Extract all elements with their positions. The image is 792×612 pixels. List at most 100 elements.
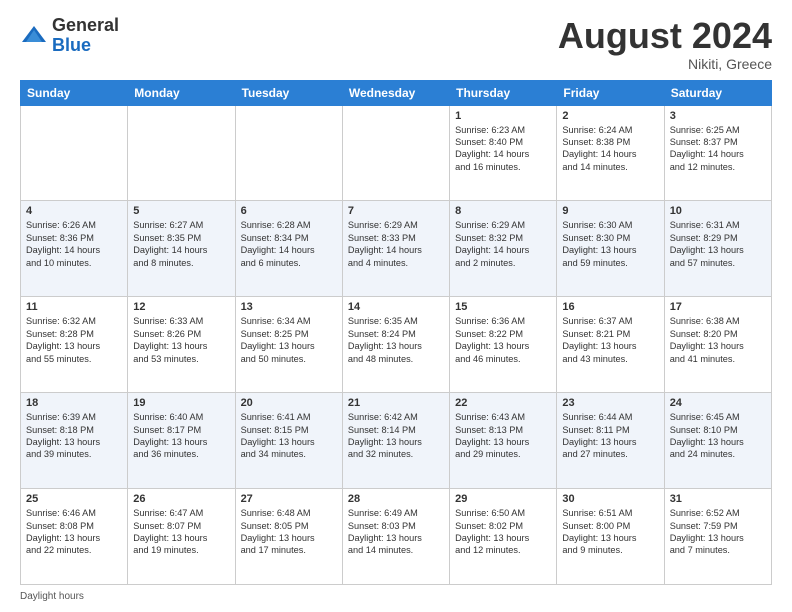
day-info: Sunrise: 6:33 AM Sunset: 8:26 PM Dayligh…: [133, 315, 229, 365]
day-info: Sunrise: 6:30 AM Sunset: 8:30 PM Dayligh…: [562, 219, 658, 269]
day-info: Sunrise: 6:32 AM Sunset: 8:28 PM Dayligh…: [26, 315, 122, 365]
title-block: August 2024 Nikiti, Greece: [558, 16, 772, 72]
day-cell: [128, 105, 235, 201]
day-info: Sunrise: 6:51 AM Sunset: 8:00 PM Dayligh…: [562, 507, 658, 557]
day-number: 11: [26, 301, 122, 313]
day-info: Sunrise: 6:49 AM Sunset: 8:03 PM Dayligh…: [348, 507, 444, 557]
day-cell: 6 Sunrise: 6:28 AM Sunset: 8:34 PM Daylig…: [235, 201, 342, 297]
day-number: 22: [455, 397, 551, 409]
weekday-header-saturday: Saturday: [664, 80, 771, 105]
week-row-1: 1 Sunrise: 6:23 AM Sunset: 8:40 PM Daylig…: [21, 105, 772, 201]
day-number: 14: [348, 301, 444, 313]
day-cell: 24 Sunrise: 6:45 AM Sunset: 8:10 PM Dayli…: [664, 393, 771, 489]
day-cell: 18Sunrise: 6:39 AM Sunset: 8:18 PM Dayli…: [21, 393, 128, 489]
day-number: 25: [26, 493, 122, 505]
day-cell: 12 Sunrise: 6:33 AM Sunset: 8:26 PM Dayli…: [128, 297, 235, 393]
logo-general-text: General: [52, 15, 119, 35]
day-number: 9: [562, 205, 658, 217]
day-cell: 3 Sunrise: 6:25 AM Sunset: 8:37 PM Daylig…: [664, 105, 771, 201]
day-info: Sunrise: 6:29 AM Sunset: 8:33 PM Dayligh…: [348, 219, 444, 269]
day-cell: 26 Sunrise: 6:47 AM Sunset: 8:07 PM Dayli…: [128, 489, 235, 585]
day-cell: 16Sunrise: 6:37 AM Sunset: 8:21 PM Dayli…: [557, 297, 664, 393]
day-number: 27: [241, 493, 337, 505]
day-number: 1: [455, 110, 551, 122]
day-cell: 31 Sunrise: 6:52 AM Sunset: 7:59 PM Dayli…: [664, 489, 771, 585]
day-info: Sunrise: 6:31 AM Sunset: 8:29 PM Dayligh…: [670, 219, 766, 269]
day-number: 23: [562, 397, 658, 409]
day-number: 20: [241, 397, 337, 409]
day-info: Sunrise: 6:48 AM Sunset: 8:05 PM Dayligh…: [241, 507, 337, 557]
day-info: Sunrise: 6:43 AM Sunset: 8:13 PM Dayligh…: [455, 411, 551, 461]
day-number: 7: [348, 205, 444, 217]
day-info: Sunrise: 6:27 AM Sunset: 8:35 PM Dayligh…: [133, 219, 229, 269]
day-cell: 7 Sunrise: 6:29 AM Sunset: 8:33 PM Daylig…: [342, 201, 449, 297]
day-number: 6: [241, 205, 337, 217]
day-cell: 2 Sunrise: 6:24 AM Sunset: 8:38 PM Daylig…: [557, 105, 664, 201]
weekday-header-monday: Monday: [128, 80, 235, 105]
page: General Blue August 2024 Nikiti, Greece …: [0, 0, 792, 612]
day-number: 19: [133, 397, 229, 409]
day-number: 16: [562, 301, 658, 313]
day-info: Sunrise: 6:45 AM Sunset: 8:10 PM Dayligh…: [670, 411, 766, 461]
day-cell: 20Sunrise: 6:41 AM Sunset: 8:15 PM Dayli…: [235, 393, 342, 489]
day-cell: 13Sunrise: 6:34 AM Sunset: 8:25 PM Dayli…: [235, 297, 342, 393]
day-cell: 10 Sunrise: 6:31 AM Sunset: 8:29 PM Dayli…: [664, 201, 771, 297]
day-info: Sunrise: 6:38 AM Sunset: 8:20 PM Dayligh…: [670, 315, 766, 365]
day-number: 4: [26, 205, 122, 217]
day-info: Sunrise: 6:23 AM Sunset: 8:40 PM Dayligh…: [455, 124, 551, 174]
day-number: 26: [133, 493, 229, 505]
day-info: Sunrise: 6:34 AM Sunset: 8:25 PM Dayligh…: [241, 315, 337, 365]
day-cell: [342, 105, 449, 201]
weekday-header-friday: Friday: [557, 80, 664, 105]
day-cell: 4Sunrise: 6:26 AM Sunset: 8:36 PM Daylig…: [21, 201, 128, 297]
day-cell: 15Sunrise: 6:36 AM Sunset: 8:22 PM Dayli…: [450, 297, 557, 393]
day-info: Sunrise: 6:52 AM Sunset: 7:59 PM Dayligh…: [670, 507, 766, 557]
day-info: Sunrise: 6:40 AM Sunset: 8:17 PM Dayligh…: [133, 411, 229, 461]
day-cell: 29 Sunrise: 6:50 AM Sunset: 8:02 PM Dayli…: [450, 489, 557, 585]
day-cell: 22 Sunrise: 6:43 AM Sunset: 8:13 PM Dayli…: [450, 393, 557, 489]
day-number: 21: [348, 397, 444, 409]
day-cell: [235, 105, 342, 201]
day-info: Sunrise: 6:25 AM Sunset: 8:37 PM Dayligh…: [670, 124, 766, 174]
day-cell: 27 Sunrise: 6:48 AM Sunset: 8:05 PM Dayli…: [235, 489, 342, 585]
month-year: August 2024: [558, 16, 772, 56]
day-cell: 5 Sunrise: 6:27 AM Sunset: 8:35 PM Daylig…: [128, 201, 235, 297]
calendar: SundayMondayTuesdayWednesdayThursdayFrid…: [20, 80, 772, 585]
day-number: 24: [670, 397, 766, 409]
day-number: 3: [670, 110, 766, 122]
day-info: Sunrise: 6:36 AM Sunset: 8:22 PM Dayligh…: [455, 315, 551, 365]
day-cell: [21, 105, 128, 201]
weekday-header-row: SundayMondayTuesdayWednesdayThursdayFrid…: [21, 80, 772, 105]
header: General Blue August 2024 Nikiti, Greece: [20, 16, 772, 72]
day-cell: 19 Sunrise: 6:40 AM Sunset: 8:17 PM Dayli…: [128, 393, 235, 489]
day-info: Sunrise: 6:28 AM Sunset: 8:34 PM Dayligh…: [241, 219, 337, 269]
location: Nikiti, Greece: [558, 56, 772, 72]
day-cell: 9 Sunrise: 6:30 AM Sunset: 8:30 PM Daylig…: [557, 201, 664, 297]
day-number: 29: [455, 493, 551, 505]
day-cell: 11 Sunrise: 6:32 AM Sunset: 8:28 PM Dayli…: [21, 297, 128, 393]
day-info: Sunrise: 6:24 AM Sunset: 8:38 PM Dayligh…: [562, 124, 658, 174]
day-cell: 1 Sunrise: 6:23 AM Sunset: 8:40 PM Daylig…: [450, 105, 557, 201]
day-number: 12: [133, 301, 229, 313]
day-number: 5: [133, 205, 229, 217]
logo-icon: [20, 22, 48, 50]
day-info: Sunrise: 6:29 AM Sunset: 8:32 PM Dayligh…: [455, 219, 551, 269]
day-number: 2: [562, 110, 658, 122]
day-cell: 21Sunrise: 6:42 AM Sunset: 8:14 PM Dayli…: [342, 393, 449, 489]
week-row-2: 4Sunrise: 6:26 AM Sunset: 8:36 PM Daylig…: [21, 201, 772, 297]
week-row-5: 25Sunrise: 6:46 AM Sunset: 8:08 PM Dayli…: [21, 489, 772, 585]
day-cell: 30Sunrise: 6:51 AM Sunset: 8:00 PM Dayli…: [557, 489, 664, 585]
day-number: 10: [670, 205, 766, 217]
day-cell: 17 Sunrise: 6:38 AM Sunset: 8:20 PM Dayli…: [664, 297, 771, 393]
day-number: 31: [670, 493, 766, 505]
day-info: Sunrise: 6:47 AM Sunset: 8:07 PM Dayligh…: [133, 507, 229, 557]
weekday-header-wednesday: Wednesday: [342, 80, 449, 105]
day-number: 8: [455, 205, 551, 217]
day-cell: 25Sunrise: 6:46 AM Sunset: 8:08 PM Dayli…: [21, 489, 128, 585]
day-info: Sunrise: 6:44 AM Sunset: 8:11 PM Dayligh…: [562, 411, 658, 461]
week-row-3: 11 Sunrise: 6:32 AM Sunset: 8:28 PM Dayli…: [21, 297, 772, 393]
day-info: Sunrise: 6:50 AM Sunset: 8:02 PM Dayligh…: [455, 507, 551, 557]
day-number: 18: [26, 397, 122, 409]
logo: General Blue: [20, 16, 119, 56]
day-number: 17: [670, 301, 766, 313]
